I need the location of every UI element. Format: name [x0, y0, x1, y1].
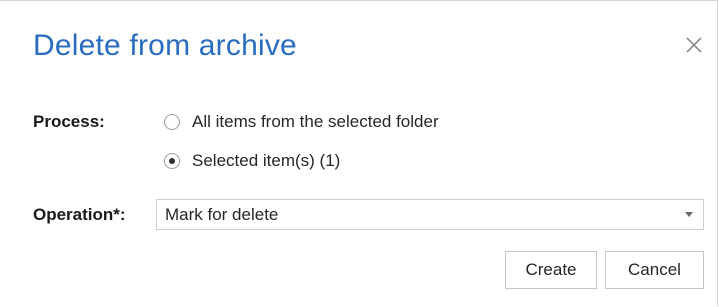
radio-label-selected-items: Selected item(s) (1) [192, 151, 341, 170]
dropdown-caret-icon [685, 212, 693, 217]
process-label: Process: [33, 112, 105, 131]
delete-from-archive-dialog: Delete from archive Process: All items f… [0, 0, 718, 306]
operation-label: Operation*: [33, 205, 126, 224]
operation-select[interactable]: Mark for delete [156, 199, 704, 230]
cancel-button[interactable]: Cancel [605, 251, 704, 289]
radio-label-all-items: All items from the selected folder [192, 112, 439, 131]
dialog-title: Delete from archive [33, 29, 297, 62]
operation-select-value: Mark for delete [165, 205, 279, 224]
radio-all-items[interactable]: All items from the selected folder [164, 112, 439, 132]
radio-button-selected-items[interactable] [164, 153, 180, 169]
radio-button-all-items[interactable] [164, 114, 180, 130]
radio-selected-items[interactable]: Selected item(s) (1) [164, 151, 340, 171]
close-icon[interactable] [683, 34, 705, 56]
create-button[interactable]: Create [505, 251, 597, 289]
